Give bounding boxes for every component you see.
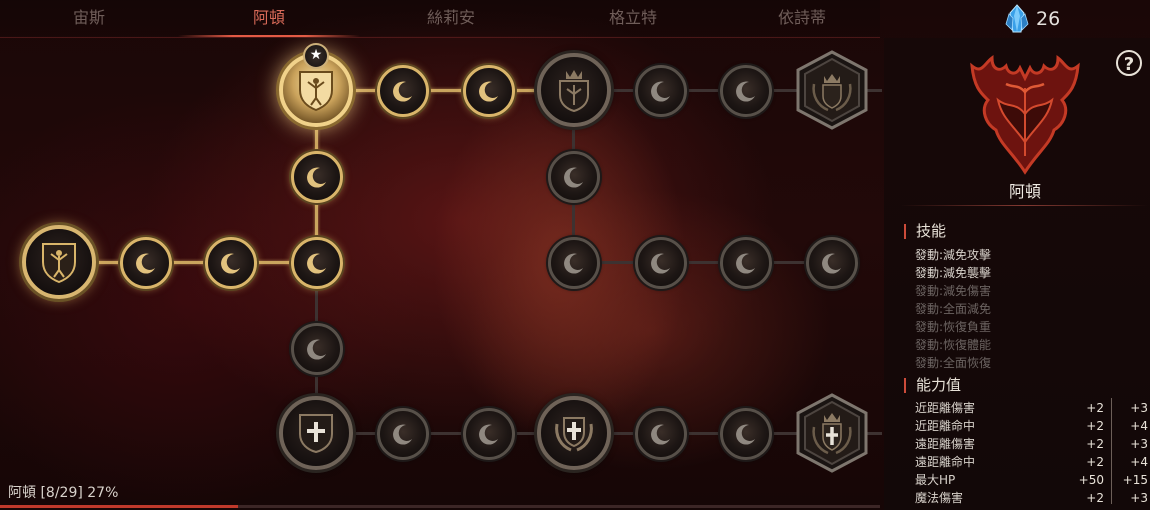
skill-node[interactable] [291,151,343,203]
skill-node-ultimate[interactable] [796,393,868,473]
skill-node[interactable] [806,237,858,289]
crescent-moon-icon [651,81,670,102]
skill-node[interactable] [720,237,772,289]
skill-node[interactable] [720,65,772,117]
red-demon-crest-icon [970,54,1080,175]
stat-value-current: +2 [1086,491,1104,505]
skill-node[interactable] [548,237,600,289]
skill-node[interactable] [635,408,687,460]
crescent-moon-icon [822,253,841,274]
hero-name: 阿頓 [1008,182,1041,201]
stats-heading: 能力值 [904,378,961,393]
stat-value-next: +15 [1122,473,1148,487]
crescent-moon-icon [564,167,583,188]
crescent-moon-icon [736,81,755,102]
skill-node[interactable] [291,237,343,289]
progress-bar-fill [0,505,238,508]
crescent-moon-icon [651,424,670,445]
skill-node[interactable] [635,65,687,117]
tab-silian[interactable]: 絲莉安 [360,0,542,36]
skill-node[interactable] [463,65,515,117]
skill-entry: 發動:全面恢復 [915,356,992,370]
stat-label: 近距離傷害 [915,401,976,415]
connector [575,261,835,264]
star-badge-icon: ★ [303,43,329,69]
hero-tabs: 宙斯 阿頓 絲莉安 格立特 依詩蒂 [0,0,880,38]
skill-node[interactable] [548,151,600,203]
panel-divider [900,205,1148,206]
blue-crystal-icon [1005,4,1029,33]
cross-shield-icon [299,414,333,454]
crescent-moon-icon [564,253,583,274]
stat-label: 最大HP [915,473,956,487]
laurel-cross-icon [555,417,593,452]
stat-value-next: +3 [1130,491,1148,505]
stat-label: 魔法傷害 [915,491,964,505]
skill-node-major[interactable] [279,396,353,470]
skill-entry: 發動:減免攻擊 [915,248,992,262]
crescent-moon-icon [736,253,755,274]
help-button[interactable]: ? [1116,50,1142,76]
skill-node[interactable] [635,237,687,289]
stat-value-current: +2 [1086,437,1104,451]
skill-node[interactable] [463,408,515,460]
progress-text: 阿頓 [8/29] 27% [8,485,119,501]
crescent-moon-icon [393,424,412,445]
progress-bar [0,505,880,508]
stat-value-current: +2 [1086,455,1104,469]
crescent-moon-icon [651,253,670,274]
stat-value-current: +2 [1086,401,1104,415]
skill-node[interactable] [120,237,172,289]
skill-node[interactable] [291,323,343,375]
skills-heading: 技能 [904,224,946,239]
tab-zeus[interactable]: 宙斯 [0,0,178,36]
skill-node-major[interactable] [537,396,611,470]
crescent-moon-icon [479,81,498,102]
skill-node[interactable] [205,237,257,289]
stat-value-current: +2 [1086,419,1104,433]
stat-value-next: +4 [1130,419,1148,433]
crescent-moon-icon [307,253,326,274]
stat-value-next: +3 [1130,437,1148,451]
skill-node-major[interactable] [537,53,611,127]
skill-entry: 發動:恢復負重 [915,320,992,334]
currency-value: 26 [1036,8,1061,30]
stat-value-next: +3 [1130,401,1148,415]
crescent-moon-icon [136,253,155,274]
skill-node[interactable] [377,65,429,117]
skill-node-ultimate[interactable] [796,50,868,130]
skill-node[interactable] [720,408,772,460]
skill-entry: 發動:減免襲擊 [915,266,992,280]
skill-entry: 發動:恢復體能 [915,338,992,352]
crescent-moon-icon [479,424,498,445]
stat-label: 遠距離傷害 [915,437,976,451]
tab-gelite[interactable]: 格立特 [542,0,724,36]
crescent-moon-icon [307,339,326,360]
stat-label: 遠距離命中 [915,455,976,469]
skill-entry: 發動:全面減免 [915,302,992,316]
tabs-divider [0,37,880,38]
skill-entry: 發動:減免傷害 [915,284,992,298]
crescent-moon-icon [221,253,240,274]
tab-aton[interactable]: 阿頓 [178,0,360,36]
skill-node[interactable] [377,408,429,460]
crescent-moon-icon [393,81,412,102]
crown-shield-icon [559,70,589,113]
tab-yishidi[interactable]: 依詩蒂 [724,0,880,36]
stat-label: 近距離命中 [915,419,976,433]
shield-figure-icon [299,71,333,112]
crescent-moon-icon [736,424,755,445]
stat-value-next: +4 [1130,455,1148,469]
shield-figure-icon [42,243,76,284]
skill-node-start[interactable] [22,225,96,299]
crescent-moon-icon [307,167,326,188]
stat-value-current: +50 [1078,473,1104,487]
